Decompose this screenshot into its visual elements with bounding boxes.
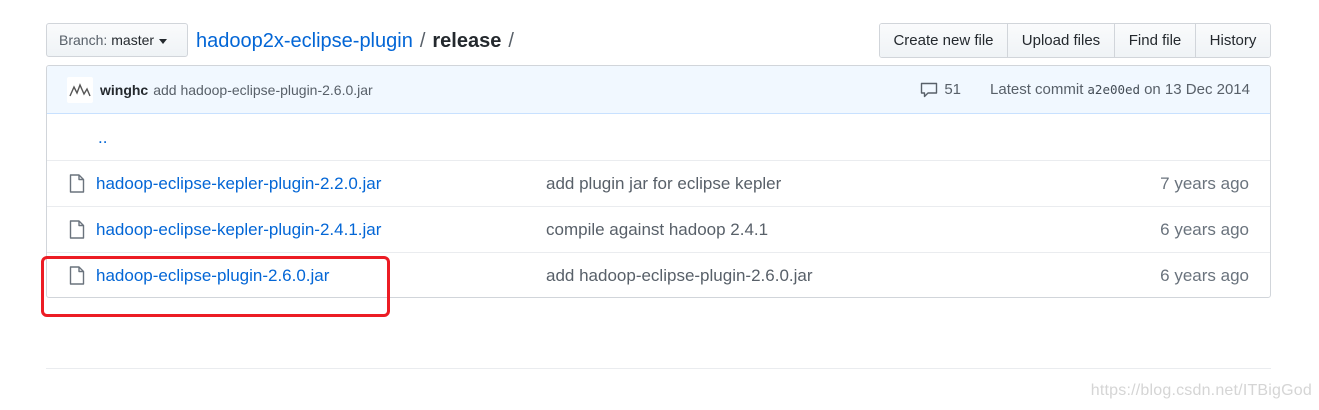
file-row: hadoop-eclipse-kepler-plugin-2.2.0.jar a…	[47, 160, 1270, 206]
latest-commit-label: Latest commit	[990, 81, 1084, 98]
commit-meta: 51 Latest commit a2e00ed on 13 Dec 2014	[920, 81, 1250, 98]
file-icon	[69, 174, 85, 193]
commit-sha-link[interactable]: a2e00ed	[1087, 82, 1140, 97]
breadcrumb-separator: /	[508, 29, 514, 52]
file-age: 6 years ago	[1160, 219, 1249, 239]
avatar[interactable]	[67, 76, 93, 103]
breadcrumb-separator: /	[419, 29, 426, 52]
branch-prefix: Branch:	[59, 32, 108, 48]
file-row: hadoop-eclipse-kepler-plugin-2.4.1.jar c…	[47, 206, 1270, 252]
branch-name: master	[111, 32, 155, 48]
upload-files-button[interactable]: Upload files	[1007, 24, 1114, 57]
breadcrumb: hadoop2x-eclipse-plugin / release /	[196, 27, 521, 55]
file-actions-group: Create new file Upload files Find file H…	[879, 23, 1271, 58]
breadcrumb-current-folder: release	[432, 29, 502, 52]
file-name-link[interactable]: hadoop-eclipse-kepler-plugin-2.4.1.jar	[96, 220, 381, 240]
file-icon	[69, 266, 85, 285]
file-commit-message-link[interactable]: add plugin jar for eclipse kepler	[546, 174, 781, 194]
parent-directory-row: ..	[47, 114, 1270, 160]
breadcrumb-repo-link[interactable]: hadoop2x-eclipse-plugin	[196, 30, 413, 53]
commit-message-link[interactable]: add hadoop-eclipse-plugin-2.6.0.jar	[153, 82, 372, 98]
commit-author-link[interactable]: winghc	[100, 82, 148, 98]
comment-count-value: 51	[944, 81, 962, 98]
file-age: 7 years ago	[1160, 173, 1249, 193]
file-icon	[69, 220, 85, 239]
history-button[interactable]: History	[1195, 24, 1270, 57]
file-row: hadoop-eclipse-plugin-2.6.0.jar add hado…	[47, 252, 1270, 297]
branch-select-button[interactable]: Branch: master	[46, 23, 188, 57]
file-name-link[interactable]: hadoop-eclipse-plugin-2.6.0.jar	[96, 266, 329, 286]
comment-icon	[921, 82, 938, 97]
file-browser: winghc add hadoop-eclipse-plugin-2.6.0.j…	[46, 65, 1271, 298]
file-commit-message-link[interactable]: add hadoop-eclipse-plugin-2.6.0.jar	[546, 266, 813, 286]
watermark: https://blog.csdn.net/ITBigGod	[1090, 382, 1312, 399]
file-commit-message-link[interactable]: compile against hadoop 2.4.1	[546, 220, 768, 240]
create-new-file-button[interactable]: Create new file	[880, 24, 1007, 57]
parent-directory-link[interactable]: ..	[98, 128, 107, 148]
caret-down-icon	[159, 38, 168, 44]
file-age: 6 years ago	[1160, 265, 1249, 285]
commit-date: on 13 Dec 2014	[1144, 81, 1250, 98]
comment-count[interactable]: 51	[920, 81, 961, 98]
divider	[46, 368, 1271, 369]
latest-commit-bar: winghc add hadoop-eclipse-plugin-2.6.0.j…	[47, 66, 1270, 114]
file-name-link[interactable]: hadoop-eclipse-kepler-plugin-2.2.0.jar	[96, 174, 381, 194]
find-file-button[interactable]: Find file	[1114, 24, 1195, 57]
